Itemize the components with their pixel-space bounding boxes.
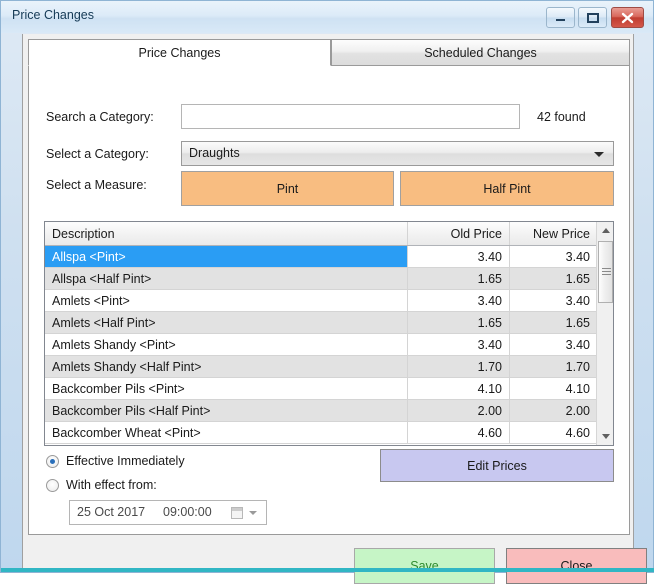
- edit-prices-button[interactable]: Edit Prices: [380, 449, 614, 482]
- cell-old-price: 4.60: [407, 422, 509, 443]
- chevron-down-icon: [249, 511, 257, 515]
- column-header-new-price[interactable]: New Price: [509, 222, 597, 245]
- cell-new-price: 2.00: [509, 400, 597, 421]
- cell-new-price: 3.40: [509, 290, 597, 311]
- cell-old-price: 1.70: [407, 356, 509, 377]
- scrollbar-grip-icon: [602, 268, 611, 275]
- table-row[interactable]: Amlets <Half Pint> 1.65 1.65: [45, 312, 597, 334]
- effective-datetime-picker[interactable]: 25 Oct 2017 09:00:00: [69, 500, 267, 525]
- save-button[interactable]: Save: [354, 548, 495, 584]
- radio-effective-immediately[interactable]: Effective Immediately: [46, 454, 185, 468]
- bottom-accent-bar: [1, 568, 654, 572]
- column-header-old-price[interactable]: Old Price: [407, 222, 509, 245]
- measure-button-half-pint-label: Half Pint: [483, 181, 531, 196]
- cell-new-price: 4.60: [509, 422, 597, 443]
- cell-new-price: 1.70: [509, 356, 597, 377]
- effective-date-value: 25 Oct 2017: [77, 505, 146, 519]
- table-row[interactable]: Backcomber Pils <Pint> 4.10 4.10: [45, 378, 597, 400]
- found-count-label: 42 found: [537, 110, 586, 124]
- cell-old-price: 4.10: [407, 378, 509, 399]
- price-grid-scrollbar[interactable]: [596, 222, 613, 445]
- cell-new-price: 3.40: [509, 334, 597, 355]
- scrollbar-thumb[interactable]: [598, 241, 613, 303]
- table-row[interactable]: Amlets <Pint> 3.40 3.40: [45, 290, 597, 312]
- dialog-client-area: Price Changes Scheduled Changes Search a…: [22, 34, 647, 584]
- cell-description: Amlets Shandy <Half Pint>: [52, 359, 202, 374]
- table-row[interactable]: Amlets Shandy <Pint> 3.40 3.40: [45, 334, 597, 356]
- measure-button-pint-label: Pint: [276, 181, 299, 196]
- cell-new-price: 1.65: [509, 312, 597, 333]
- cell-old-price: 3.40: [407, 334, 509, 355]
- price-grid: Description Old Price New Price Allspa <…: [44, 221, 614, 446]
- close-icon: [621, 12, 634, 24]
- cell-description: Backcomber Pils <Pint>: [52, 381, 185, 396]
- close-button[interactable]: Close: [506, 548, 647, 584]
- cell-old-price: 1.65: [407, 268, 509, 289]
- cell-old-price: 1.65: [407, 312, 509, 333]
- radio-with-effect-from[interactable]: With effect from:: [46, 478, 157, 492]
- minimize-button[interactable]: [546, 7, 575, 28]
- price-grid-header: Description Old Price New Price: [45, 222, 597, 246]
- search-category-input[interactable]: [181, 104, 520, 129]
- table-row[interactable]: Backcomber Pils <Half Pint> 2.00 2.00: [45, 400, 597, 422]
- table-row[interactable]: Allspa <Half Pint> 1.65 1.65: [45, 268, 597, 290]
- cell-new-price: 3.40: [509, 246, 597, 267]
- window-title: Price Changes: [12, 8, 94, 22]
- cell-description: Allspa <Pint>: [45, 246, 407, 267]
- maximize-icon: [587, 13, 599, 23]
- maximize-button[interactable]: [578, 7, 607, 28]
- cell-description: Backcomber Wheat <Pint>: [52, 425, 201, 440]
- calendar-icon: [231, 507, 243, 519]
- effective-time-value: 09:00:00: [163, 505, 212, 519]
- tab-scheduled-changes[interactable]: Scheduled Changes: [331, 39, 630, 66]
- cell-description: Amlets <Half Pint>: [52, 315, 156, 330]
- radio-unselected-icon: [46, 478, 59, 492]
- select-category-label: Select a Category:: [46, 147, 149, 161]
- price-changes-window: Price Changes Price Changes Scheduled Ch…: [0, 0, 654, 584]
- scroll-down-button[interactable]: [597, 428, 613, 445]
- triangle-down-icon: [601, 434, 610, 439]
- cell-description: Backcomber Pils <Half Pint>: [52, 403, 211, 418]
- measure-button-half-pint[interactable]: Half Pint: [400, 171, 614, 206]
- table-row[interactable]: Allspa <Pint> 3.40 3.40: [45, 246, 597, 268]
- cell-old-price: 3.40: [407, 246, 509, 267]
- radio-selected-icon: [46, 454, 59, 468]
- cell-new-price: 1.65: [509, 268, 597, 289]
- scroll-up-button[interactable]: [597, 222, 613, 239]
- category-selected-value: Draughts: [189, 146, 240, 160]
- edit-prices-button-label: Edit Prices: [467, 458, 527, 473]
- column-header-description[interactable]: Description: [45, 222, 407, 245]
- tab-price-changes[interactable]: Price Changes: [28, 39, 331, 66]
- table-row[interactable]: Amlets Shandy <Half Pint> 1.70 1.70: [45, 356, 597, 378]
- category-combobox[interactable]: Draughts: [181, 141, 614, 166]
- minimize-icon: [556, 19, 565, 21]
- title-bar: Price Changes: [1, 1, 653, 33]
- cell-new-price: 4.10: [509, 378, 597, 399]
- tab-scheduled-changes-label: Scheduled Changes: [424, 45, 537, 60]
- cell-old-price: 2.00: [407, 400, 509, 421]
- cell-description: Amlets Shandy <Pint>: [52, 337, 176, 352]
- chevron-down-icon: [594, 152, 604, 157]
- triangle-up-icon: [601, 228, 610, 233]
- select-measure-label: Select a Measure:: [46, 178, 147, 192]
- cell-description: Amlets <Pint>: [52, 293, 130, 308]
- price-grid-body: Allspa <Pint> 3.40 3.40 Allspa <Half Pint> 1…: [45, 246, 597, 445]
- close-window-button[interactable]: [611, 7, 644, 28]
- search-category-label: Search a Category:: [46, 110, 154, 124]
- cell-old-price: 3.40: [407, 290, 509, 311]
- cell-description: Allspa <Half Pint>: [52, 271, 152, 286]
- tab-price-changes-label: Price Changes: [138, 45, 221, 60]
- tab-strip: Price Changes Scheduled Changes: [28, 39, 630, 66]
- tab-page-price-changes: Search a Category: 42 found Select a Cat…: [28, 65, 630, 535]
- radio-with-effect-from-label: With effect from:: [66, 478, 157, 492]
- measure-button-pint[interactable]: Pint: [181, 171, 394, 206]
- table-row[interactable]: Backcomber Wheat <Pint> 4.60 4.60: [45, 422, 597, 444]
- radio-effective-immediately-label: Effective Immediately: [66, 454, 185, 468]
